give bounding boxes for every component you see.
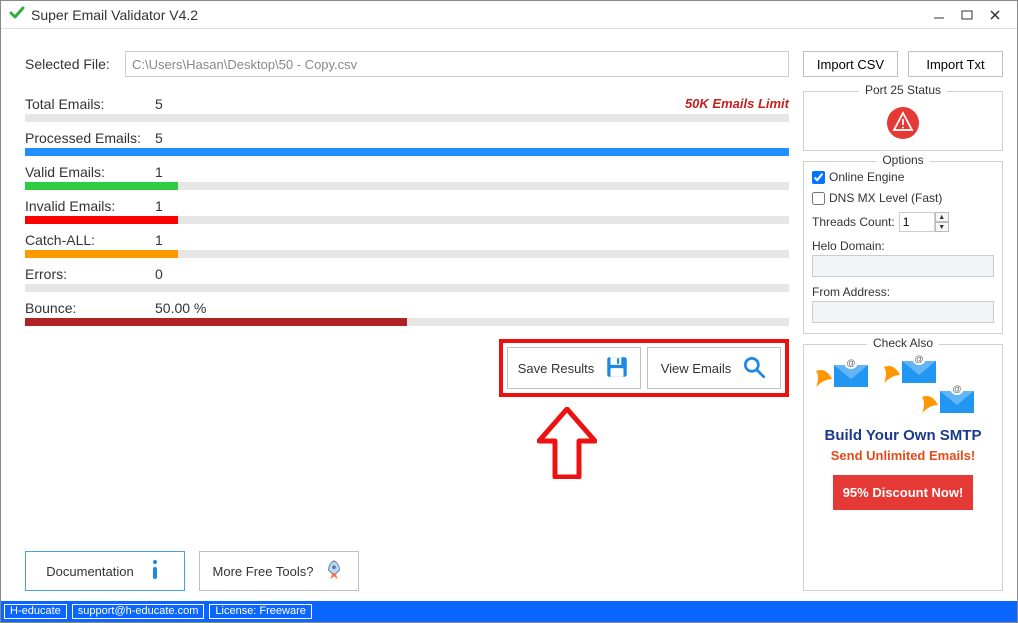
close-button[interactable]	[981, 4, 1009, 26]
options-group: Options Online Engine DNS MX Level (Fast…	[803, 161, 1003, 334]
view-emails-button[interactable]: View Emails	[647, 347, 781, 389]
dns-mx-checkbox[interactable]	[812, 192, 825, 205]
threads-input[interactable]	[899, 212, 935, 232]
window-title: Super Email Validator V4.2	[31, 7, 925, 23]
import-csv-button[interactable]: Import CSV	[803, 51, 898, 77]
group-legend: Check Also	[867, 336, 939, 350]
stat-value: 0	[155, 266, 163, 282]
stat-processed: Processed Emails: 5	[25, 127, 789, 156]
stat-value: 50.00 %	[155, 300, 206, 316]
titlebar: Super Email Validator V4.2	[1, 1, 1017, 29]
stat-invalid: Invalid Emails: 1	[25, 195, 789, 224]
search-icon	[741, 354, 767, 383]
statusbar-brand[interactable]: H-educate	[4, 604, 67, 619]
info-icon	[146, 559, 164, 584]
button-label: View Emails	[661, 361, 732, 376]
online-engine-checkbox-row[interactable]: Online Engine	[812, 170, 994, 184]
stat-value: 5	[155, 96, 163, 112]
threads-up[interactable]: ▲	[935, 212, 949, 222]
threads-stepper[interactable]: ▲ ▼	[899, 212, 949, 232]
stat-label: Bounce:	[25, 300, 155, 316]
stat-total: Total Emails: 5 50K Emails Limit	[25, 93, 789, 122]
helo-domain-label: Helo Domain:	[812, 239, 994, 253]
button-label: Documentation	[46, 564, 133, 579]
rocket-icon	[323, 559, 345, 584]
app-logo-icon	[9, 5, 25, 24]
check-also-group: Check Also @ @ @	[803, 344, 1003, 591]
stat-label: Total Emails:	[25, 96, 155, 112]
checkbox-label: Online Engine	[829, 170, 904, 184]
statusbar: H-educate support@h-educate.com License:…	[1, 601, 1017, 622]
stat-bounce: Bounce: 50.00 %	[25, 297, 789, 326]
stat-errors: Errors: 0	[25, 263, 789, 292]
from-address-input[interactable]	[812, 301, 994, 323]
online-engine-checkbox[interactable]	[812, 171, 825, 184]
helo-domain-input[interactable]	[812, 255, 994, 277]
svg-text:@: @	[914, 355, 923, 364]
port-status-alert-icon	[886, 106, 920, 140]
button-label: More Free Tools?	[213, 564, 314, 579]
selected-file-input[interactable]	[125, 51, 789, 77]
threads-label: Threads Count:	[812, 215, 895, 229]
stat-value: 1	[155, 232, 163, 248]
more-tools-button[interactable]: More Free Tools?	[199, 551, 359, 591]
stat-valid: Valid Emails: 1	[25, 161, 789, 190]
dns-mx-checkbox-row[interactable]: DNS MX Level (Fast)	[812, 191, 994, 205]
statusbar-email[interactable]: support@h-educate.com	[72, 604, 205, 619]
stat-value: 5	[155, 130, 163, 146]
stat-value: 1	[155, 198, 163, 214]
stat-value: 1	[155, 164, 163, 180]
promo-envelopes-icon: @ @ @	[814, 355, 992, 421]
statusbar-license: License: Freeware	[209, 604, 312, 619]
stat-label: Errors:	[25, 266, 155, 282]
save-icon	[604, 354, 630, 383]
port-status-group: Port 25 Status	[803, 91, 1003, 151]
annotation-arrow-icon	[537, 407, 597, 482]
threads-down[interactable]: ▼	[935, 222, 949, 232]
save-results-button[interactable]: Save Results	[507, 347, 641, 389]
promo-subtitle: Send Unlimited Emails!	[831, 448, 975, 463]
import-txt-button[interactable]: Import Txt	[908, 51, 1003, 77]
promo-discount-button[interactable]: 95% Discount Now!	[833, 475, 974, 510]
stat-catchall: Catch-ALL: 1	[25, 229, 789, 258]
from-address-label: From Address:	[812, 285, 994, 299]
stat-label: Invalid Emails:	[25, 198, 155, 214]
stat-label: Processed Emails:	[25, 130, 155, 146]
selected-file-label: Selected File:	[25, 56, 125, 72]
stat-label: Valid Emails:	[25, 164, 155, 180]
svg-text:@: @	[952, 384, 961, 394]
button-label: Save Results	[518, 361, 595, 376]
emails-limit-text: 50K Emails Limit	[685, 96, 789, 111]
group-legend: Options	[876, 153, 929, 167]
result-buttons-highlight: Save Results View Emails	[499, 339, 789, 397]
group-legend: Port 25 Status	[859, 83, 947, 97]
minimize-button[interactable]	[925, 4, 953, 26]
svg-text:@: @	[846, 358, 855, 368]
checkbox-label: DNS MX Level (Fast)	[829, 191, 942, 205]
documentation-button[interactable]: Documentation	[25, 551, 185, 591]
stat-label: Catch-ALL:	[25, 232, 155, 248]
maximize-button[interactable]	[953, 4, 981, 26]
promo-title: Build Your Own SMTP	[825, 427, 982, 444]
